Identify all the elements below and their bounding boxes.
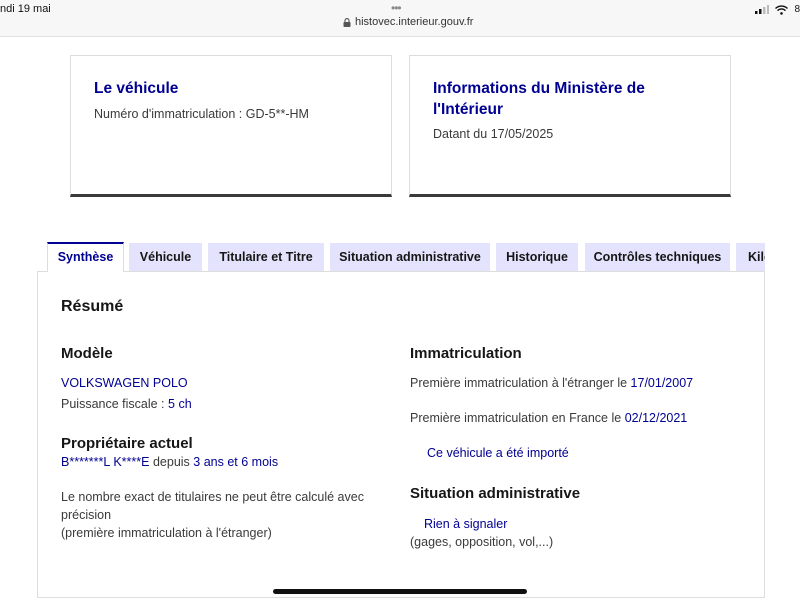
owner-name: B*******L K****E [61, 455, 150, 469]
ministry-date-line: Datant du 17/05/2025 [433, 127, 553, 141]
summary-heading: Résumé [61, 298, 124, 315]
admin-status-heading: Situation administrative [410, 485, 581, 502]
tab-synthese[interactable]: Synthèse [47, 242, 124, 272]
france-registration-line: Première immatriculation en France le 02… [410, 411, 687, 425]
status-date: ndi 19 mai [0, 3, 51, 15]
model-heading: Modèle [61, 345, 113, 362]
browser-status-bar: ndi 19 mai ••• histovec.interieur.gouv.f… [0, 0, 800, 37]
owner-line: B*******L K****E depuis 3 ans et 6 mois [61, 455, 278, 469]
owner-note-line-1: Le nombre exact de titulaires ne peut êt… [61, 490, 364, 504]
tab-historique[interactable]: Historique [496, 243, 578, 272]
registration-heading: Immatriculation [410, 345, 522, 362]
foreign-registration-line: Première immatriculation à l'étranger le… [410, 376, 693, 390]
imported-vehicle-link[interactable]: Ce véhicule a été importé [427, 446, 569, 460]
vehicle-card-title: Le véhicule [94, 80, 179, 97]
ministry-date-label: Datant du [433, 127, 488, 141]
owner-duration: 3 ans et 6 mois [193, 455, 279, 469]
ministry-card: Informations du Ministère de l'Intérieur… [409, 55, 731, 197]
admin-status-link[interactable]: Rien à signaler [424, 517, 507, 531]
lock-icon [343, 17, 351, 27]
france-registration-label: Première immatriculation en France le [410, 411, 622, 425]
home-indicator[interactable] [273, 589, 527, 594]
ministry-card-title: Informations du Ministère de l'Intérieur [433, 80, 645, 118]
battery-level: 8 [794, 4, 800, 15]
owner-note-line-2: précision [61, 508, 112, 522]
tab-controles-techniques[interactable]: Contrôles techniques [585, 243, 730, 272]
synthese-panel: Résumé Modèle VOLKSWAGEN POLO Puissance … [37, 271, 765, 598]
signal-icon [755, 5, 770, 14]
fiscal-power-value: 5 ch [168, 397, 192, 411]
ministry-date-value: 17/05/2025 [490, 127, 554, 141]
tab-situation-administrative[interactable]: Situation administrative [330, 243, 490, 272]
tab-kilometrage[interactable]: Kilométrage [736, 243, 765, 272]
fiscal-power-label: Puissance fiscale : [61, 397, 165, 411]
address-bar[interactable]: histovec.interieur.gouv.fr [343, 16, 473, 28]
owner-heading: Propriétaire actuel [61, 435, 193, 452]
tab-bar: Synthèse Véhicule Titulaire et Titre Sit… [47, 242, 765, 272]
wifi-icon [775, 4, 789, 15]
plate-label: Numéro d'immatriculation : [94, 107, 243, 121]
plate-value: GD-5**-HM [245, 107, 309, 121]
tab-vehicule[interactable]: Véhicule [129, 243, 202, 272]
foreign-registration-label: Première immatriculation à l'étranger le [410, 376, 628, 390]
vehicle-card: Le véhicule Numéro d'immatriculation : G… [70, 55, 392, 197]
owner-note-line-3: (première immatriculation à l'étranger) [61, 526, 272, 540]
tab-titulaire-et-titre[interactable]: Titulaire et Titre [208, 243, 324, 272]
url-text: histovec.interieur.gouv.fr [355, 16, 474, 28]
fiscal-power-line: Puissance fiscale : 5 ch [61, 397, 192, 411]
owner-since-label: depuis [152, 455, 190, 469]
foreign-registration-date: 17/01/2007 [630, 376, 694, 390]
status-indicators: 8 [755, 4, 800, 15]
plate-line: Numéro d'immatriculation : GD-5**-HM [94, 107, 309, 121]
admin-status-detail: (gages, opposition, vol,...) [410, 535, 554, 549]
model-name: VOLKSWAGEN POLO [61, 376, 188, 390]
france-registration-date: 02/12/2021 [624, 411, 688, 425]
more-dots-icon[interactable]: ••• [391, 1, 402, 15]
